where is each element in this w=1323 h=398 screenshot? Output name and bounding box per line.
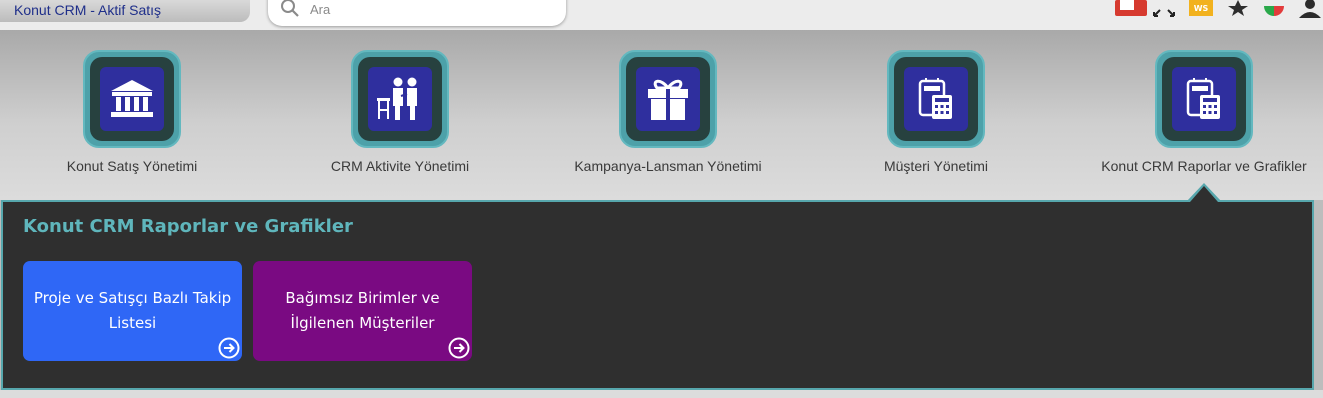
profile-icon[interactable]	[1298, 0, 1323, 18]
star-icon[interactable]	[1225, 0, 1251, 16]
module-tile[interactable]	[887, 50, 985, 148]
calculator-icon	[1186, 78, 1220, 119]
module-label: Konut Satış Yönetimi	[66, 158, 198, 174]
card-label: Bağımsız Birimler ve İlgilenen Müşterile…	[285, 289, 440, 332]
panel-pointer-inner	[1190, 186, 1218, 202]
calculator-icon	[918, 78, 952, 119]
video-extension-icon[interactable]	[1115, 0, 1147, 18]
module-label: Konut CRM Raporlar ve Grafikler	[1101, 158, 1307, 174]
module-tile[interactable]	[619, 50, 717, 148]
gift-icon	[648, 79, 688, 120]
app-title: Konut CRM - Aktif Satış	[14, 2, 162, 18]
bottom-strip	[0, 390, 1323, 398]
extension-circle-icon[interactable]	[1262, 0, 1286, 16]
module-raporlar-grafikler[interactable]: Konut CRM Raporlar ve Grafikler	[1084, 50, 1323, 174]
top-bar: Konut CRM - Aktif Satış WS	[0, 0, 1323, 30]
module-label: CRM Aktivite Yönetimi	[330, 158, 470, 174]
card-label: Proje ve Satışçı Bazlı Takip Listesi	[33, 289, 232, 332]
svg-text:WS: WS	[1194, 4, 1209, 13]
module-musteri[interactable]: Müşteri Yönetimi	[816, 50, 1056, 174]
ws-extension-icon[interactable]: WS	[1189, 0, 1213, 16]
submenu-panel: Konut CRM Raporlar ve Grafikler Proje ve…	[1, 200, 1314, 390]
module-nav: Konut Satış Yönetimi CRM Aktivite Yöneti…	[0, 30, 1323, 200]
module-kampanya-lansman[interactable]: Kampanya-Lansman Yönetimi	[548, 50, 788, 174]
search-input[interactable]	[308, 0, 552, 20]
arrow-right-circle-icon[interactable]	[448, 337, 470, 359]
module-tile[interactable]	[351, 50, 449, 148]
module-crm-aktivite[interactable]: CRM Aktivite Yönetimi	[280, 50, 520, 174]
arrow-right-circle-icon[interactable]	[218, 337, 240, 359]
expand-arrows-icon[interactable]	[1152, 2, 1178, 18]
module-label: Müşteri Yönetimi	[883, 158, 988, 174]
app-tab[interactable]: Konut CRM - Aktif Satış	[0, 0, 250, 22]
panel-title: Konut CRM Raporlar ve Grafikler	[23, 216, 353, 237]
module-label: Kampanya-Lansman Yönetimi	[574, 158, 762, 174]
card-proje-satisci-takip[interactable]: Proje ve Satışçı Bazlı Takip Listesi	[23, 261, 242, 361]
search-icon	[281, 0, 299, 17]
module-tile[interactable]	[1155, 50, 1253, 148]
card-bagimsiz-birimler[interactable]: Bağımsız Birimler ve İlgilenen Müşterile…	[253, 261, 472, 361]
meeting-icon	[377, 77, 417, 120]
module-konut-satis[interactable]: Konut Satış Yönetimi	[12, 50, 252, 174]
bank-icon	[111, 80, 153, 117]
module-tile[interactable]	[83, 50, 181, 148]
search-box[interactable]	[268, 0, 566, 26]
